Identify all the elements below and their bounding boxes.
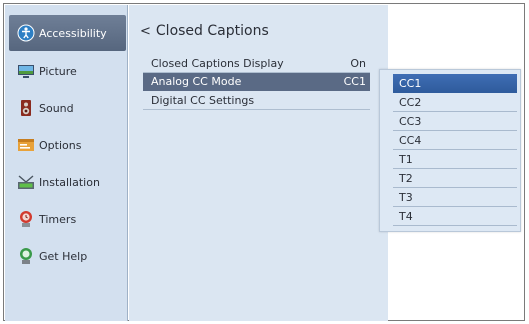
accessibility-icon xyxy=(17,24,35,42)
picture-icon xyxy=(18,65,34,78)
sidebar-item-accessibility[interactable]: Accessibility xyxy=(9,15,126,51)
dropdown-option-cc3[interactable]: CC3 xyxy=(393,112,517,131)
back-button[interactable]: < Closed Captions xyxy=(140,23,269,39)
row-value: CC1 xyxy=(343,75,366,88)
dropdown-option-cc2[interactable]: CC2 xyxy=(393,93,517,112)
sidebar-item-options[interactable]: Options xyxy=(9,127,126,163)
options-icon xyxy=(18,139,34,151)
page-title: Closed Captions xyxy=(155,23,269,39)
sidebar-item-label: Accessibility xyxy=(39,26,107,40)
sidebar-item-get-help[interactable]: Get Help xyxy=(9,238,126,274)
chevron-left-icon: < xyxy=(140,23,151,39)
sidebar-item-label: Picture xyxy=(39,64,77,78)
menu-row-closed-captions-display[interactable]: Closed Captions Display On xyxy=(143,55,370,73)
sidebar-item-label: Timers xyxy=(39,212,77,226)
row-label: Digital CC Settings xyxy=(151,94,255,107)
sidebar-item-sound[interactable]: Sound xyxy=(9,90,126,126)
row-label: Analog CC Mode xyxy=(151,75,242,88)
sidebar-item-timers[interactable]: Timers xyxy=(9,201,126,237)
sidebar-item-label: Options xyxy=(39,138,82,152)
sidebar-item-picture[interactable]: Picture xyxy=(9,53,126,89)
dropdown-option-cc1[interactable]: CC1 xyxy=(393,74,517,93)
menu-row-analog-cc-mode[interactable]: Analog CC Mode CC1 xyxy=(143,73,370,91)
row-label: Closed Captions Display xyxy=(151,57,284,70)
sidebar-item-label: Installation xyxy=(39,175,100,189)
menu-row-digital-cc-settings[interactable]: Digital CC Settings xyxy=(143,92,370,110)
analog-cc-mode-dropdown[interactable]: CC1 CC2 CC3 CC4 T1 T2 T3 T4 xyxy=(379,69,521,232)
row-value: On xyxy=(350,57,366,70)
settings-sidebar: Accessibility Picture Sound Options Inst… xyxy=(5,5,128,321)
timers-icon xyxy=(20,211,32,227)
sidebar-item-label: Sound xyxy=(39,101,74,115)
dropdown-option-t2[interactable]: T2 xyxy=(393,169,517,188)
sidebar-item-label: Get Help xyxy=(39,249,88,263)
installation-icon xyxy=(18,175,34,189)
dropdown-option-t1[interactable]: T1 xyxy=(393,150,517,169)
help-icon xyxy=(20,248,32,264)
dropdown-option-cc4[interactable]: CC4 xyxy=(393,131,517,150)
dropdown-option-t3[interactable]: T3 xyxy=(393,188,517,207)
sound-icon xyxy=(21,100,31,116)
dropdown-option-t4[interactable]: T4 xyxy=(393,207,517,226)
sidebar-item-installation[interactable]: Installation xyxy=(9,164,126,200)
closed-captions-panel: < Closed Captions Closed Captions Displa… xyxy=(129,5,388,321)
